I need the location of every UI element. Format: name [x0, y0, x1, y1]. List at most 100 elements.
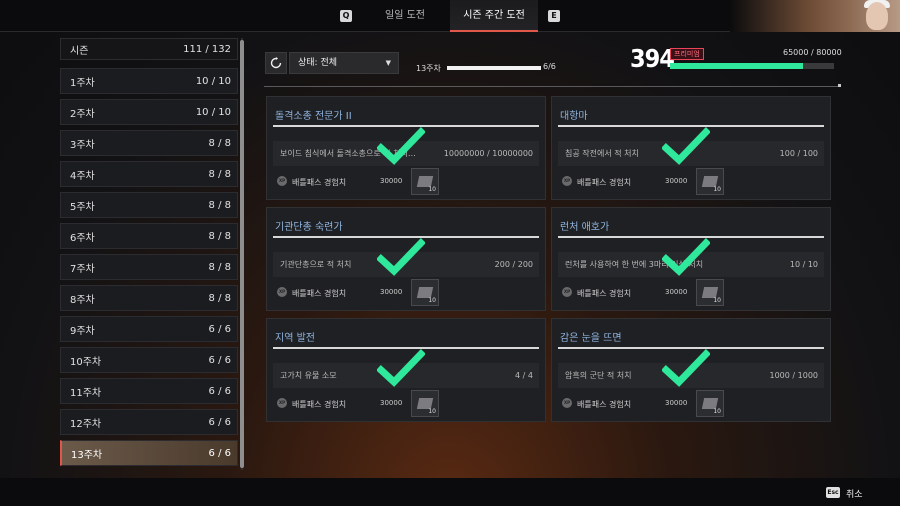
sidebar-item-progress: 8 / 8 — [208, 230, 231, 242]
reward-item[interactable]: 10 — [411, 279, 439, 306]
sidebar-item-label: 2주차 — [70, 108, 95, 120]
reward-multiplier: 10 — [713, 408, 721, 415]
reward-label: 배틀패스 경험치 — [577, 178, 632, 187]
character-portrait — [730, 0, 900, 32]
sidebar-item-week[interactable]: 1주차 10 / 10 — [60, 68, 238, 94]
checkmark-icon — [662, 238, 710, 276]
sidebar-item-week[interactable]: 4주차 8 / 8 — [60, 161, 238, 187]
prev-tab-key[interactable]: Q — [340, 10, 352, 22]
sidebar-item-week[interactable]: 7주차 8 / 8 — [60, 254, 238, 280]
reward-item[interactable]: 10 — [696, 390, 724, 417]
sidebar-item-label: 5주차 — [70, 201, 95, 213]
chevron-down-icon: ▼ — [385, 59, 391, 67]
reward-label: 배틀패스 경험치 — [292, 400, 347, 409]
reward-item[interactable]: 10 — [696, 168, 724, 195]
tab-season-weekly-challenge[interactable]: 시즌 주간 도전 — [450, 0, 538, 32]
sidebar-item-label: 6주차 — [70, 232, 95, 244]
checkmark-icon — [377, 238, 425, 276]
challenge-title: 기관단총 숙련가 — [275, 222, 343, 233]
challenge-task-text: 고가치 유물 소모 — [280, 371, 337, 380]
sidebar-item-label: 10주차 — [70, 356, 102, 368]
reward-item[interactable]: 10 — [411, 390, 439, 417]
challenge-task-count: 10 / 10 — [789, 260, 818, 269]
top-nav: Q 일일 도전 시즌 주간 도전 E — [0, 0, 900, 32]
sidebar-item-progress: 6 / 6 — [208, 385, 231, 397]
tab-daily-challenge[interactable]: 일일 도전 — [370, 0, 440, 32]
challenge-card[interactable]: 대항마 침공 작전에서 적 처치 100 / 100 XP 배틀패스 경험치 30000 1… — [551, 96, 831, 200]
challenge-card[interactable]: 런처 애호가 런처를 사용하여 한 번에 3마리 이상 처치 10 / 10 XP 배틀… — [551, 207, 831, 311]
xp-icon: XP — [277, 287, 287, 297]
sidebar-item-label: 11주차 — [70, 387, 102, 399]
reward-multiplier: 10 — [713, 186, 721, 193]
challenge-card[interactable]: 돌격소총 전문가 II 보이드 침식에서 돌격소총으로 적 처치… 10000000… — [266, 96, 546, 200]
sidebar-item-label: 3주차 — [70, 139, 95, 151]
reward-multiplier: 10 — [428, 408, 436, 415]
sidebar-item-progress: 6 / 6 — [208, 416, 231, 428]
sidebar-item-week[interactable]: 3주차 8 / 8 — [60, 130, 238, 156]
xp-icon: XP — [562, 176, 572, 186]
sidebar-item-progress: 111 / 132 — [183, 43, 231, 55]
reward-label: 배틀패스 경험치 — [577, 289, 632, 298]
week-progress-count: 6/6 — [543, 62, 556, 71]
week-sidebar: 시즌 111 / 132 1주차 10 / 10 2주차 10 / 10 3주차 8 / 84… — [60, 38, 238, 471]
footer — [0, 478, 900, 506]
reward-item[interactable]: 10 — [411, 168, 439, 195]
sidebar-item-week[interactable]: 5주차 8 / 8 — [60, 192, 238, 218]
reward-amount: 30000 — [665, 399, 688, 407]
xp-icon: XP — [277, 176, 287, 186]
checkmark-icon — [377, 349, 425, 387]
next-tab-key[interactable]: E — [548, 10, 560, 22]
reward-label: 배틀패스 경험치 — [292, 178, 347, 187]
sidebar-item-season[interactable]: 시즌 111 / 132 — [60, 38, 238, 60]
cancel-button[interactable]: 취소 — [846, 487, 863, 500]
reward-amount: 30000 — [380, 399, 403, 407]
sidebar-item-progress: 8 / 8 — [208, 199, 231, 211]
scrollbar-thumb[interactable] — [240, 40, 244, 468]
sidebar-item-week[interactable]: 13주차 6 / 6 — [60, 440, 238, 466]
sidebar-item-week[interactable]: 6주차 8 / 8 — [60, 223, 238, 249]
sidebar-item-week[interactable]: 2주차 10 / 10 — [60, 99, 238, 125]
sidebar-item-week[interactable]: 9주차 6 / 6 — [60, 316, 238, 342]
battlepass-xp-bar — [670, 63, 834, 69]
sidebar-item-label: 1주차 — [70, 77, 95, 89]
challenge-card[interactable]: 감은 눈을 뜨면 암흑의 군단 적 처치 1000 / 1000 XP 배틀패스 경험치… — [551, 318, 831, 422]
esc-key[interactable]: Esc — [826, 487, 840, 498]
reward-item[interactable]: 10 — [696, 279, 724, 306]
challenge-card[interactable]: 기관단총 숙련가 기관단총으로 적 처치 200 / 200 XP 배틀패스 경험치 30… — [266, 207, 546, 311]
sidebar-item-progress: 10 / 10 — [195, 106, 231, 118]
checkmark-icon — [662, 127, 710, 165]
sidebar-item-progress: 8 / 8 — [208, 292, 231, 304]
battlepass-level: 394 — [630, 44, 675, 73]
sidebar-item-week[interactable]: 12주차 6 / 6 — [60, 409, 238, 435]
challenge-task-count: 10000000 / 10000000 — [443, 149, 533, 158]
challenge-title: 감은 눈을 뜨면 — [560, 333, 622, 344]
challenge-task-count: 200 / 200 — [494, 260, 533, 269]
sidebar-item-progress: 8 / 8 — [208, 261, 231, 273]
sidebar-item-week[interactable]: 11주차 6 / 6 — [60, 378, 238, 404]
week-progress-label: 13주차 — [416, 64, 441, 73]
sidebar-item-progress: 8 / 8 — [208, 168, 231, 180]
divider — [264, 86, 840, 87]
reward-amount: 30000 — [665, 288, 688, 296]
challenge-task-text: 침공 작전에서 적 처치 — [565, 149, 639, 158]
reward-label: 배틀패스 경험치 — [292, 289, 347, 298]
status-filter-select[interactable]: 상태: 전체 ▼ — [289, 52, 399, 74]
refresh-button[interactable] — [265, 52, 287, 74]
challenge-card[interactable]: 지역 발전 고가치 유물 소모 4 / 4 XP 배틀패스 경험치 30000 10 — [266, 318, 546, 422]
challenge-title: 지역 발전 — [275, 333, 315, 344]
xp-icon: XP — [277, 398, 287, 408]
sidebar-item-progress: 10 / 10 — [195, 75, 231, 87]
sidebar-item-week[interactable]: 10주차 6 / 6 — [60, 347, 238, 373]
checkmark-icon — [662, 349, 710, 387]
status-filter-value: 상태: 전체 — [298, 58, 338, 68]
challenge-title: 대항마 — [560, 111, 588, 122]
xp-icon: XP — [562, 287, 572, 297]
battlepass-xp: 65000 / 80000 — [783, 48, 842, 57]
sidebar-item-label: 9주차 — [70, 325, 95, 337]
sidebar-item-week[interactable]: 8주차 8 / 8 — [60, 285, 238, 311]
sidebar-item-label: 12주차 — [70, 418, 102, 430]
reward-amount: 30000 — [380, 288, 403, 296]
challenge-task-count: 100 / 100 — [779, 149, 818, 158]
refresh-icon — [270, 57, 282, 69]
sidebar-item-label: 8주차 — [70, 294, 95, 306]
